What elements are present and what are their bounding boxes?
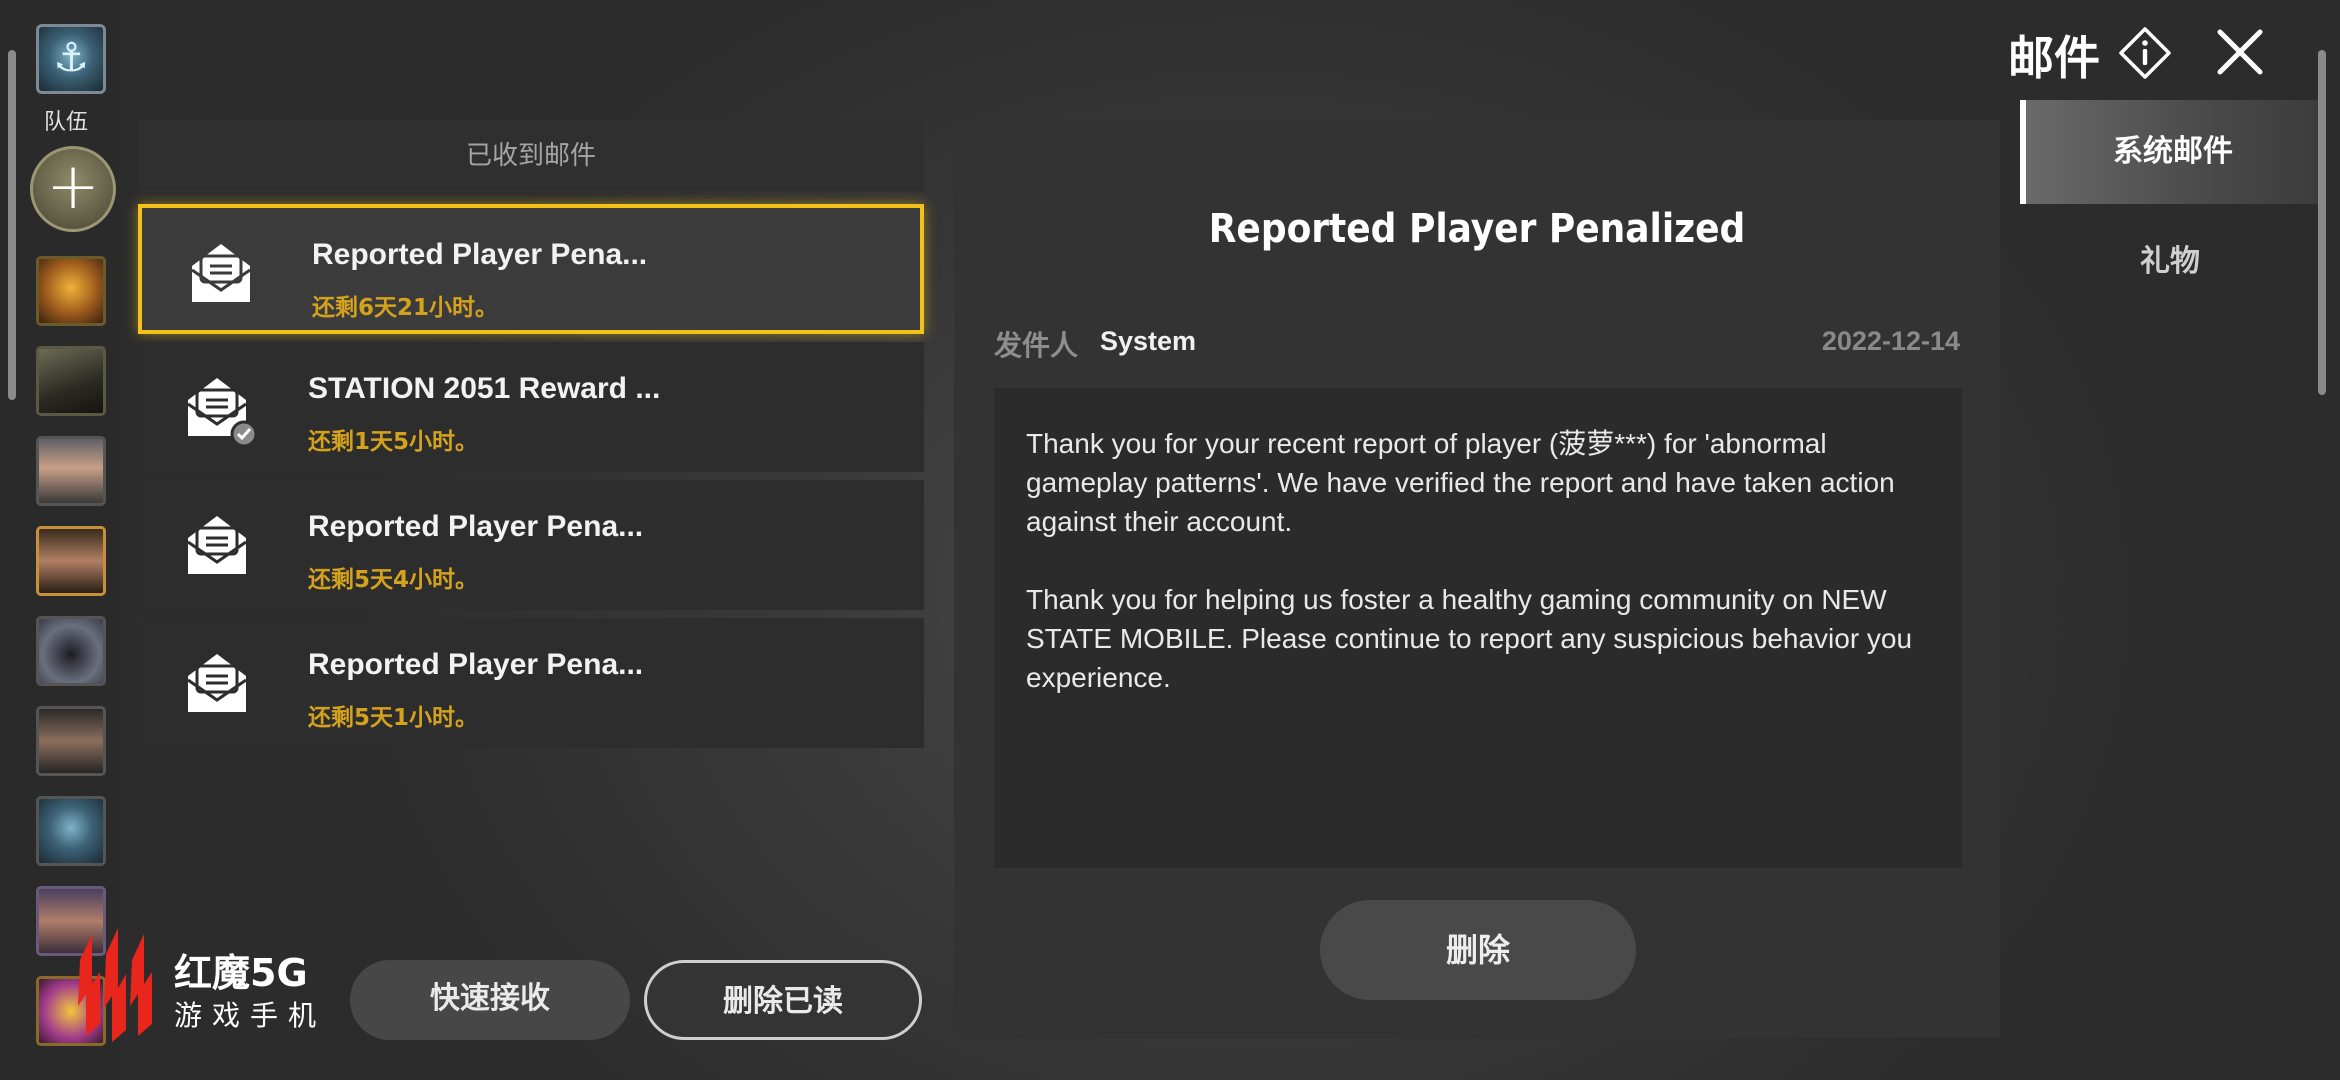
delete-button[interactable]: 删除 [1320, 900, 1636, 1000]
plus-icon: + [46, 150, 100, 224]
tab-system-mail[interactable]: 系统邮件 [2020, 100, 2320, 204]
mail-list-header: 已收到邮件 [138, 120, 924, 192]
quick-receive-button[interactable]: 快速接收 [350, 960, 630, 1040]
mail-list-item[interactable]: STATION 2051 Reward ... 还剩1天5小时。 [138, 342, 924, 472]
teammate-avatar[interactable] [36, 616, 106, 686]
sender-name: System [1100, 326, 1197, 356]
watermark-tagline: 游戏手机 [174, 999, 327, 1032]
teammate-avatar[interactable] [36, 796, 106, 866]
mail-title: STATION 2051 Reward ... [308, 372, 661, 405]
mail-expiry: 还剩6天21小时。 [312, 295, 499, 321]
delete-read-button[interactable]: 删除已读 [644, 960, 922, 1040]
tab-gifts[interactable]: 礼物 [2020, 210, 2320, 314]
team-emblem-avatar[interactable]: ⚓ [36, 24, 106, 94]
mail-detail-panel: Reported Player Penalized 发件人 System 202… [954, 120, 2000, 1038]
mail-body-box: Thank you for your recent report of play… [994, 388, 1962, 868]
envelope-open-icon [187, 516, 247, 574]
envelope-read-icon [187, 378, 258, 448]
teammate-avatar[interactable] [36, 526, 106, 596]
team-sidebar: ⚓ 队伍 + [0, 0, 118, 1080]
mail-title: Reported Player Pena... [308, 510, 644, 543]
team-scrollbar[interactable] [8, 50, 16, 400]
mail-expiry: 还剩1天5小时。 [308, 429, 479, 455]
add-teammate-button[interactable]: + [30, 146, 116, 232]
mail-list-panel: 已收到邮件 Reported Player Pena... 还剩6天21小时。 [138, 120, 924, 750]
close-icon[interactable] [2210, 22, 2270, 82]
teammate-avatar[interactable] [36, 256, 106, 326]
mail-list-item[interactable]: Reported Player Pena... 还剩6天21小时。 [138, 204, 924, 334]
tabs-scrollbar[interactable] [2318, 50, 2326, 395]
info-icon[interactable] [2118, 26, 2172, 80]
teammate-avatar[interactable] [36, 346, 106, 416]
mail-list-item[interactable]: Reported Player Pena... 还剩5天4小时。 [138, 480, 924, 610]
mail-body-text: Thank you for your recent report of play… [1026, 428, 1913, 693]
mail-date: 2022-12-14 [1821, 326, 1960, 356]
mail-title: Reported Player Pena... [312, 238, 648, 271]
teammate-avatar[interactable] [36, 706, 106, 776]
mail-title: Reported Player Pena... [308, 648, 644, 681]
emblem-icon: ⚓ [53, 35, 89, 81]
teammate-avatar[interactable] [36, 436, 106, 506]
sender-label: 发件人 [994, 329, 1079, 362]
envelope-open-icon [191, 244, 251, 302]
team-label: 队伍 [43, 110, 88, 135]
mail-expiry: 还剩5天4小时。 [308, 567, 479, 593]
mail-screen: ⚓ 队伍 + 已收到邮件 Reported Player Pena... 还剩6… [0, 0, 2340, 1080]
mail-expiry: 还剩5天1小时。 [308, 705, 479, 731]
watermark-brand: 红魔5G [174, 951, 308, 995]
mail-detail-title: Reported Player Penalized [1208, 206, 1746, 252]
red-magic-logo [78, 928, 152, 1042]
page-title: 邮件 [2008, 31, 2100, 85]
mail-list-item[interactable]: Reported Player Pena... 还剩5天1小时。 [138, 618, 924, 748]
envelope-open-icon [187, 654, 247, 712]
